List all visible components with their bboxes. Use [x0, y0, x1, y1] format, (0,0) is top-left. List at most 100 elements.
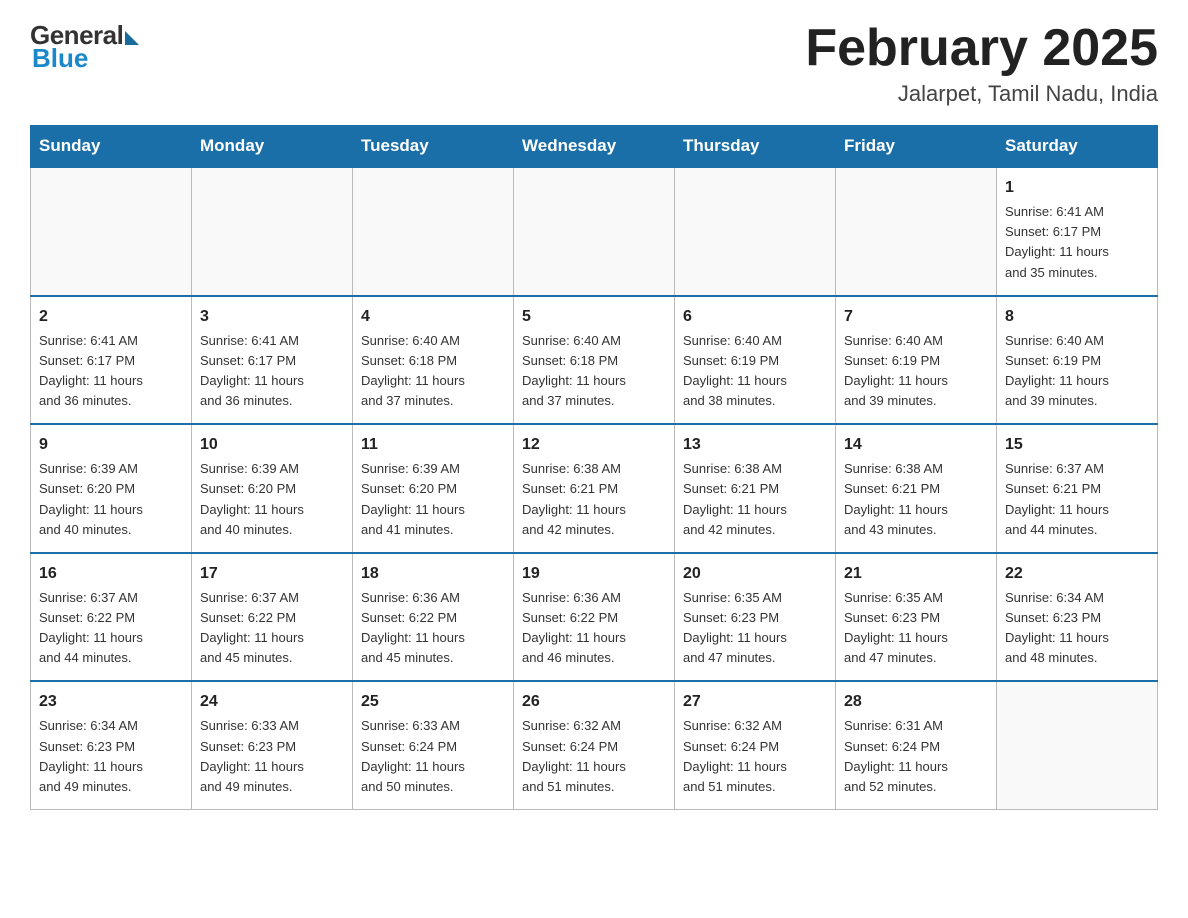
table-row: 1Sunrise: 6:41 AMSunset: 6:17 PMDaylight… — [997, 167, 1158, 296]
header-sunday: Sunday — [31, 126, 192, 168]
day-number: 15 — [1005, 433, 1149, 457]
logo: General Blue — [30, 20, 139, 74]
calendar-week-row: 1Sunrise: 6:41 AMSunset: 6:17 PMDaylight… — [31, 167, 1158, 296]
table-row — [353, 167, 514, 296]
table-row: 13Sunrise: 6:38 AMSunset: 6:21 PMDayligh… — [675, 424, 836, 553]
day-info: Sunrise: 6:37 AMSunset: 6:22 PMDaylight:… — [200, 588, 344, 669]
day-number: 20 — [683, 562, 827, 586]
day-number: 8 — [1005, 305, 1149, 329]
logo-arrow-icon — [125, 31, 139, 45]
day-number: 17 — [200, 562, 344, 586]
table-row — [997, 681, 1158, 809]
header-wednesday: Wednesday — [514, 126, 675, 168]
weekday-header-row: Sunday Monday Tuesday Wednesday Thursday… — [31, 126, 1158, 168]
table-row: 6Sunrise: 6:40 AMSunset: 6:19 PMDaylight… — [675, 296, 836, 425]
day-info: Sunrise: 6:32 AMSunset: 6:24 PMDaylight:… — [522, 716, 666, 797]
day-number: 13 — [683, 433, 827, 457]
day-number: 16 — [39, 562, 183, 586]
calendar-week-row: 16Sunrise: 6:37 AMSunset: 6:22 PMDayligh… — [31, 553, 1158, 682]
day-info: Sunrise: 6:41 AMSunset: 6:17 PMDaylight:… — [1005, 202, 1149, 283]
day-number: 14 — [844, 433, 988, 457]
day-info: Sunrise: 6:39 AMSunset: 6:20 PMDaylight:… — [39, 459, 183, 540]
day-info: Sunrise: 6:39 AMSunset: 6:20 PMDaylight:… — [200, 459, 344, 540]
logo-blue-text: Blue — [32, 43, 88, 74]
table-row: 19Sunrise: 6:36 AMSunset: 6:22 PMDayligh… — [514, 553, 675, 682]
day-info: Sunrise: 6:36 AMSunset: 6:22 PMDaylight:… — [522, 588, 666, 669]
header-saturday: Saturday — [997, 126, 1158, 168]
day-number: 12 — [522, 433, 666, 457]
day-info: Sunrise: 6:41 AMSunset: 6:17 PMDaylight:… — [39, 331, 183, 412]
day-info: Sunrise: 6:35 AMSunset: 6:23 PMDaylight:… — [683, 588, 827, 669]
calendar-week-row: 9Sunrise: 6:39 AMSunset: 6:20 PMDaylight… — [31, 424, 1158, 553]
header-friday: Friday — [836, 126, 997, 168]
table-row — [31, 167, 192, 296]
calendar-week-row: 2Sunrise: 6:41 AMSunset: 6:17 PMDaylight… — [31, 296, 1158, 425]
calendar-week-row: 23Sunrise: 6:34 AMSunset: 6:23 PMDayligh… — [31, 681, 1158, 809]
day-info: Sunrise: 6:33 AMSunset: 6:23 PMDaylight:… — [200, 716, 344, 797]
day-info: Sunrise: 6:39 AMSunset: 6:20 PMDaylight:… — [361, 459, 505, 540]
day-info: Sunrise: 6:36 AMSunset: 6:22 PMDaylight:… — [361, 588, 505, 669]
page-header: General Blue February 2025 Jalarpet, Tam… — [30, 20, 1158, 107]
header-tuesday: Tuesday — [353, 126, 514, 168]
day-number: 3 — [200, 305, 344, 329]
day-info: Sunrise: 6:38 AMSunset: 6:21 PMDaylight:… — [683, 459, 827, 540]
table-row: 9Sunrise: 6:39 AMSunset: 6:20 PMDaylight… — [31, 424, 192, 553]
table-row: 2Sunrise: 6:41 AMSunset: 6:17 PMDaylight… — [31, 296, 192, 425]
day-number: 4 — [361, 305, 505, 329]
table-row: 24Sunrise: 6:33 AMSunset: 6:23 PMDayligh… — [192, 681, 353, 809]
table-row — [192, 167, 353, 296]
table-row: 20Sunrise: 6:35 AMSunset: 6:23 PMDayligh… — [675, 553, 836, 682]
title-section: February 2025 Jalarpet, Tamil Nadu, Indi… — [805, 20, 1158, 107]
day-number: 6 — [683, 305, 827, 329]
day-info: Sunrise: 6:34 AMSunset: 6:23 PMDaylight:… — [39, 716, 183, 797]
day-info: Sunrise: 6:40 AMSunset: 6:19 PMDaylight:… — [683, 331, 827, 412]
day-info: Sunrise: 6:40 AMSunset: 6:18 PMDaylight:… — [361, 331, 505, 412]
day-number: 9 — [39, 433, 183, 457]
day-info: Sunrise: 6:33 AMSunset: 6:24 PMDaylight:… — [361, 716, 505, 797]
table-row — [675, 167, 836, 296]
table-row: 21Sunrise: 6:35 AMSunset: 6:23 PMDayligh… — [836, 553, 997, 682]
table-row: 7Sunrise: 6:40 AMSunset: 6:19 PMDaylight… — [836, 296, 997, 425]
day-info: Sunrise: 6:34 AMSunset: 6:23 PMDaylight:… — [1005, 588, 1149, 669]
day-info: Sunrise: 6:35 AMSunset: 6:23 PMDaylight:… — [844, 588, 988, 669]
location-text: Jalarpet, Tamil Nadu, India — [805, 81, 1158, 107]
day-info: Sunrise: 6:37 AMSunset: 6:22 PMDaylight:… — [39, 588, 183, 669]
day-number: 24 — [200, 690, 344, 714]
day-number: 2 — [39, 305, 183, 329]
table-row: 11Sunrise: 6:39 AMSunset: 6:20 PMDayligh… — [353, 424, 514, 553]
month-title: February 2025 — [805, 20, 1158, 77]
day-number: 10 — [200, 433, 344, 457]
day-number: 1 — [1005, 176, 1149, 200]
day-number: 5 — [522, 305, 666, 329]
day-number: 7 — [844, 305, 988, 329]
table-row: 4Sunrise: 6:40 AMSunset: 6:18 PMDaylight… — [353, 296, 514, 425]
day-info: Sunrise: 6:40 AMSunset: 6:19 PMDaylight:… — [1005, 331, 1149, 412]
table-row: 27Sunrise: 6:32 AMSunset: 6:24 PMDayligh… — [675, 681, 836, 809]
day-number: 25 — [361, 690, 505, 714]
day-number: 28 — [844, 690, 988, 714]
day-info: Sunrise: 6:40 AMSunset: 6:18 PMDaylight:… — [522, 331, 666, 412]
day-info: Sunrise: 6:32 AMSunset: 6:24 PMDaylight:… — [683, 716, 827, 797]
day-number: 23 — [39, 690, 183, 714]
table-row: 17Sunrise: 6:37 AMSunset: 6:22 PMDayligh… — [192, 553, 353, 682]
table-row — [836, 167, 997, 296]
table-row: 18Sunrise: 6:36 AMSunset: 6:22 PMDayligh… — [353, 553, 514, 682]
day-info: Sunrise: 6:38 AMSunset: 6:21 PMDaylight:… — [844, 459, 988, 540]
table-row: 10Sunrise: 6:39 AMSunset: 6:20 PMDayligh… — [192, 424, 353, 553]
header-monday: Monday — [192, 126, 353, 168]
day-number: 18 — [361, 562, 505, 586]
table-row: 5Sunrise: 6:40 AMSunset: 6:18 PMDaylight… — [514, 296, 675, 425]
day-info: Sunrise: 6:38 AMSunset: 6:21 PMDaylight:… — [522, 459, 666, 540]
day-number: 19 — [522, 562, 666, 586]
day-number: 11 — [361, 433, 505, 457]
day-number: 21 — [844, 562, 988, 586]
table-row: 15Sunrise: 6:37 AMSunset: 6:21 PMDayligh… — [997, 424, 1158, 553]
table-row: 3Sunrise: 6:41 AMSunset: 6:17 PMDaylight… — [192, 296, 353, 425]
table-row: 25Sunrise: 6:33 AMSunset: 6:24 PMDayligh… — [353, 681, 514, 809]
header-thursday: Thursday — [675, 126, 836, 168]
table-row — [514, 167, 675, 296]
table-row: 12Sunrise: 6:38 AMSunset: 6:21 PMDayligh… — [514, 424, 675, 553]
day-info: Sunrise: 6:41 AMSunset: 6:17 PMDaylight:… — [200, 331, 344, 412]
table-row: 23Sunrise: 6:34 AMSunset: 6:23 PMDayligh… — [31, 681, 192, 809]
day-info: Sunrise: 6:31 AMSunset: 6:24 PMDaylight:… — [844, 716, 988, 797]
